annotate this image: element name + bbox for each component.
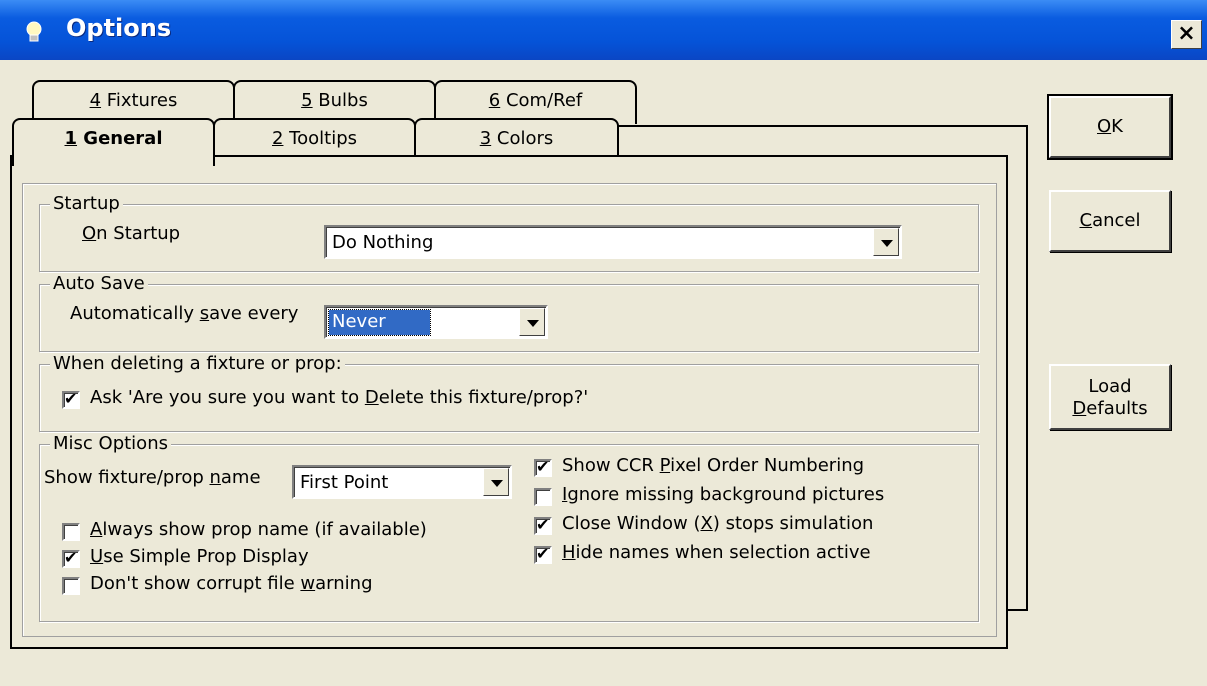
tab-bulbs-mnemonic: 5	[301, 90, 313, 111]
close-stops-simulation-checkbox[interactable]	[534, 515, 552, 535]
on-startup-value: Do Nothing	[332, 232, 434, 253]
corrupt-warning-checkbox[interactable]	[62, 577, 80, 595]
tab-com-ref-label: Com/Ref	[500, 90, 583, 111]
load-defaults-mnemonic: D	[1072, 398, 1087, 419]
corrupt-warning-mnemonic: w	[300, 573, 316, 594]
ok-mnemonic: O	[1097, 116, 1112, 137]
delete-confirm-group-label: When deleting a fixture or prop:	[50, 353, 345, 374]
load-defaults-label-line1: Load	[1088, 376, 1132, 397]
corrupt-warning-label: Don't show corrupt file warning	[90, 573, 373, 594]
ask-delete-label-pre: Ask 'Are you sure you want to	[90, 387, 365, 408]
on-startup-label: On Startup	[82, 223, 180, 244]
cancel-label: ancel	[1092, 210, 1141, 231]
delete-confirm-group: When deleting a fixture or prop: Ask 'Ar…	[39, 353, 979, 432]
startup-group-label: Startup	[50, 193, 123, 214]
simple-prop-display-label: Use Simple Prop Display	[90, 546, 309, 567]
autosave-label: Automatically save every	[70, 303, 298, 324]
tab-bulbs-label: Bulbs	[312, 90, 368, 111]
ignore-missing-pictures-label-text: gnore missing background pictures	[567, 484, 885, 505]
corrupt-warning-label-pre: Don't show corrupt file	[90, 573, 301, 594]
show-name-value: First Point	[300, 472, 389, 493]
show-name-label: Show fixture/prop name	[44, 467, 261, 488]
always-show-name-label-text: lways show prop name (if available)	[102, 519, 427, 540]
ask-delete-label: Ask 'Are you sure you want to Delete thi…	[90, 387, 588, 408]
hide-names-selection-label: Hide names when selection active	[562, 542, 871, 563]
simple-prop-display-checkbox[interactable]	[62, 548, 80, 568]
always-show-name-checkbox[interactable]	[62, 523, 80, 541]
tab-general-mnemonic: 1	[64, 128, 78, 149]
tab-general[interactable]: 1 General	[12, 118, 215, 166]
title-bar: Options ×	[0, 0, 1207, 60]
hide-names-selection-mnemonic: H	[562, 542, 576, 563]
always-show-name-mnemonic: A	[90, 519, 103, 540]
on-startup-mnemonic: O	[82, 223, 97, 244]
general-options-frame: Startup On Startup Do Nothing Auto Save …	[22, 183, 997, 637]
chevron-down-icon[interactable]	[873, 228, 899, 256]
show-name-mnemonic: n	[209, 467, 221, 488]
corrupt-warning-label-post: arning	[315, 573, 373, 594]
ccr-pixel-order-label: Show CCR Pixel Order Numbering	[562, 455, 864, 476]
chevron-down-icon[interactable]	[483, 468, 509, 496]
misc-options-group-label: Misc Options	[50, 433, 171, 454]
autosave-group: Auto Save Automatically save every Never	[39, 273, 979, 352]
ok-label: K	[1111, 116, 1123, 137]
show-name-select[interactable]: First Point	[292, 465, 512, 499]
close-button[interactable]: ×	[1171, 20, 1202, 49]
simple-prop-display-label-text: se Simple Prop Display	[103, 546, 309, 567]
ccr-pixel-order-label-post: ixel Order Numbering	[670, 455, 865, 476]
misc-options-group: Misc Options Show fixture/prop name Firs…	[39, 433, 979, 622]
cancel-button[interactable]: Cancel	[1049, 190, 1171, 252]
autosave-label-pre: Automatically	[70, 303, 200, 324]
close-stops-simulation-label-pre: Close Window (	[562, 513, 701, 534]
always-show-name-label: Always show prop name (if available)	[90, 519, 427, 540]
ccr-pixel-order-checkbox[interactable]	[534, 457, 552, 477]
tab-tooltips-label: Tooltips	[283, 128, 357, 149]
ask-delete-checkbox[interactable]	[62, 389, 80, 409]
tab-fixtures-mnemonic: 4	[89, 90, 102, 111]
ask-delete-label-post: elete this fixture/prop?'	[378, 387, 589, 408]
simple-prop-display-mnemonic: U	[90, 546, 104, 567]
load-defaults-label-line2: Defaults	[1051, 398, 1169, 420]
ignore-missing-pictures-checkbox[interactable]	[534, 488, 552, 506]
tab-tooltips-mnemonic: 2	[272, 128, 284, 149]
on-startup-label-text: n Startup	[96, 223, 181, 244]
lightbulb-icon	[26, 21, 42, 42]
hide-names-selection-checkbox[interactable]	[534, 544, 552, 564]
tab-panel-general: Startup On Startup Do Nothing Auto Save …	[10, 155, 1008, 649]
ask-delete-mnemonic: D	[364, 387, 379, 408]
show-name-label-pre: Show fixture/prop	[44, 467, 210, 488]
tab-general-label: General	[77, 128, 163, 149]
tab-colors-mnemonic: 3	[479, 128, 492, 149]
tab-colors-label: Colors	[491, 128, 554, 149]
window-title: Options	[66, 14, 172, 42]
close-stops-simulation-mnemonic: X	[700, 513, 713, 534]
show-name-label-post: ame	[220, 467, 261, 488]
chevron-down-icon[interactable]	[519, 308, 545, 336]
hide-names-selection-label-text: ide names when selection active	[575, 542, 871, 563]
close-stops-simulation-label: Close Window (X) stops simulation	[562, 513, 873, 534]
ccr-pixel-order-label-pre: Show CCR	[562, 455, 660, 476]
load-defaults-label-text: efaults	[1086, 398, 1148, 419]
load-defaults-button[interactable]: Load Defaults	[1049, 364, 1171, 430]
tab-fixtures-label: Fixtures	[101, 90, 178, 111]
autosave-interval-value: Never	[328, 309, 431, 336]
cancel-mnemonic: C	[1079, 210, 1093, 231]
ignore-missing-pictures-label: Ignore missing background pictures	[562, 484, 884, 505]
ccr-pixel-order-mnemonic: P	[659, 455, 671, 476]
autosave-label-post: ave every	[209, 303, 299, 324]
on-startup-select[interactable]: Do Nothing	[324, 225, 902, 259]
tab-com-ref-mnemonic: 6	[488, 90, 501, 111]
autosave-interval-select[interactable]: Never	[324, 305, 548, 339]
autosave-group-label: Auto Save	[50, 273, 148, 294]
startup-group: Startup On Startup Do Nothing	[39, 193, 979, 272]
close-stops-simulation-label-post: ) stops simulation	[712, 513, 874, 534]
autosave-mnemonic: s	[199, 303, 210, 324]
ok-button[interactable]: OK	[1047, 94, 1173, 160]
